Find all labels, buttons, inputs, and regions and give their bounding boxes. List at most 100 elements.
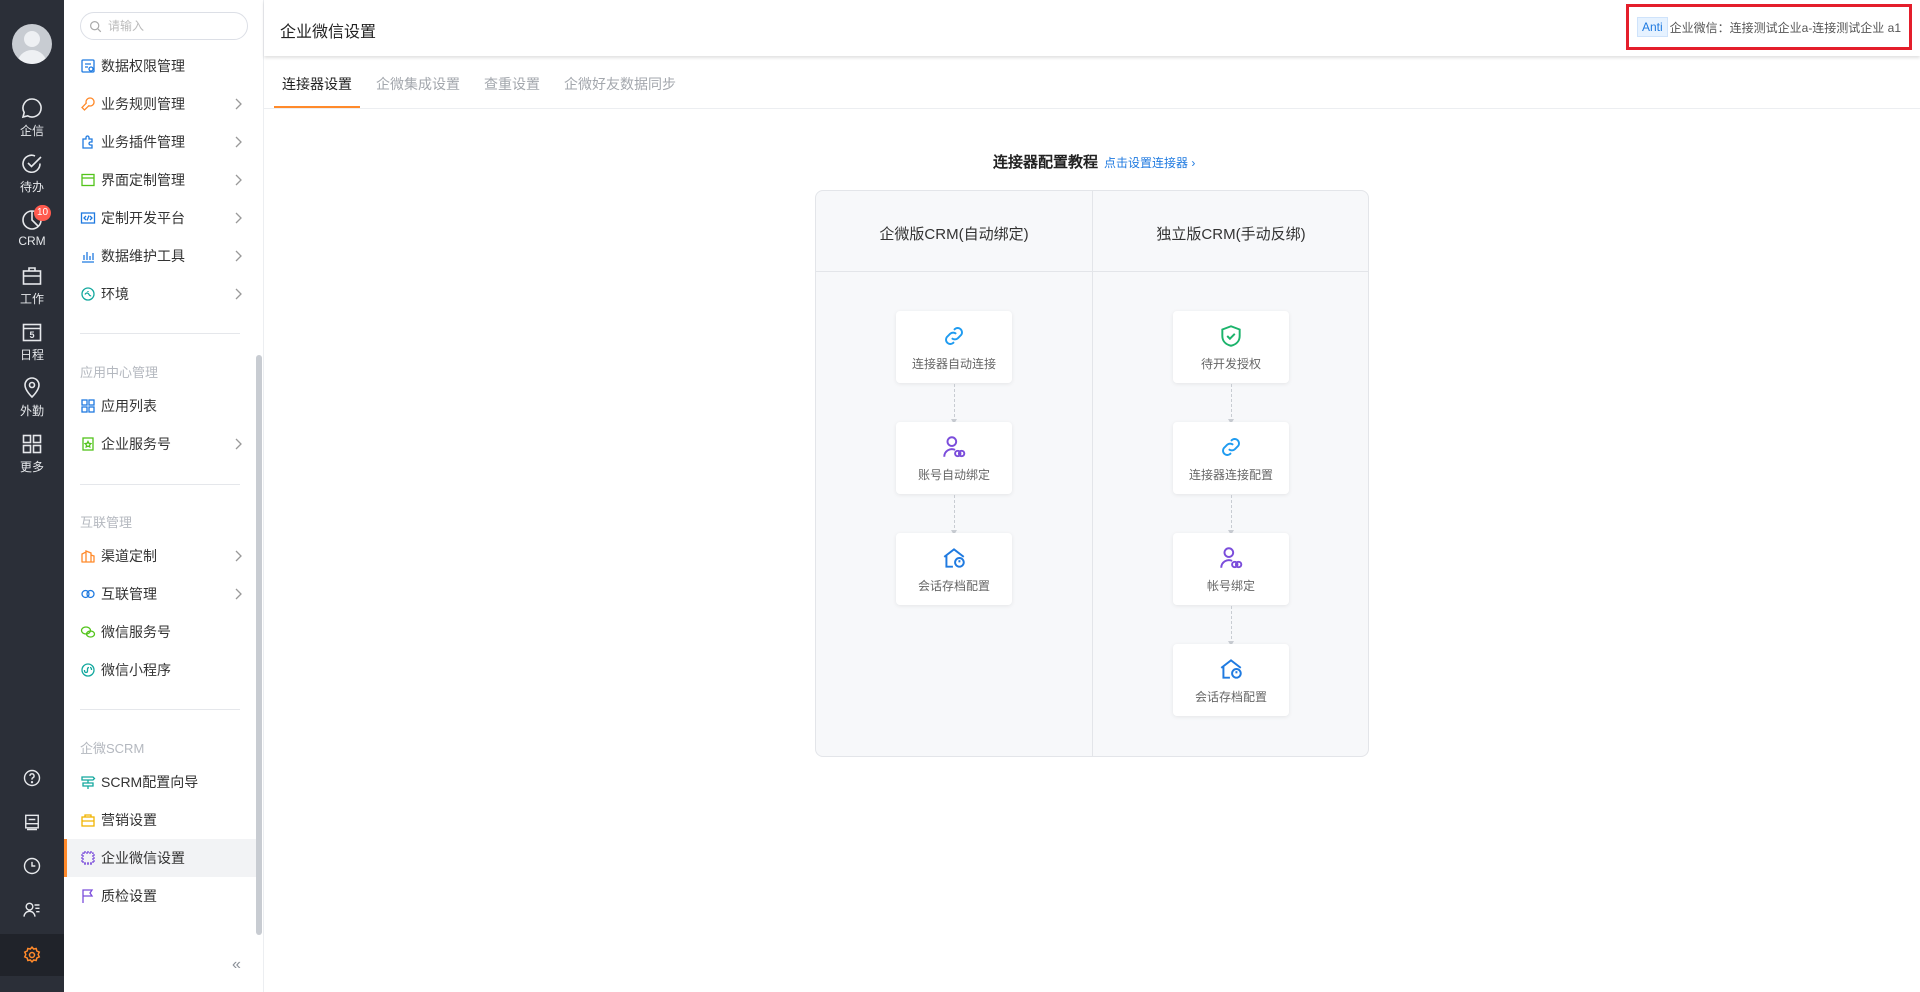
sidebar-search[interactable]: [80, 12, 248, 40]
tenant-text: 企业微信：连接测试企业a-连接测试企业 a1: [1669, 20, 1901, 35]
sidebar-item-quality-check[interactable]: 质检设置: [64, 877, 256, 915]
code-icon: [80, 212, 96, 224]
sidebar-item-app-list[interactable]: 应用列表: [64, 387, 256, 425]
history-button[interactable]: [0, 846, 64, 886]
column-title-auto-bind: 企微版CRM(自动绑定): [879, 226, 1029, 243]
step-card: 待开发授权: [1173, 311, 1289, 383]
avatar[interactable]: [12, 24, 52, 64]
sidebar-item-mini-program[interactable]: 微信小程序: [64, 651, 256, 689]
step-label: 待开发授权: [1200, 356, 1261, 371]
clock-icon: [23, 857, 41, 875]
chevron-right-icon: [235, 550, 242, 562]
rail-label: 待办: [19, 180, 44, 194]
step-connector: [951, 495, 957, 535]
location-icon: [24, 377, 40, 399]
sidebar-item-channel[interactable]: 渠道定制: [64, 537, 256, 575]
rail-label: 工作: [19, 292, 44, 306]
step-card: 连接器自动连接: [896, 311, 1012, 383]
tab-connector-settings[interactable]: 连接器设置: [282, 74, 352, 94]
app-rail: 企信 待办 10 CRM 工作 5 日程 外勤 更多: [0, 0, 64, 992]
gear-icon: [23, 945, 41, 964]
sidebar-item-scrm-guide[interactable]: SCRM配置向导: [64, 763, 256, 801]
step-card: 连接器连接配置: [1173, 422, 1289, 494]
search-input[interactable]: [108, 19, 238, 33]
sidebar-scrollbar[interactable]: [256, 355, 262, 935]
sidebar-item-interconnect[interactable]: 互联管理: [64, 575, 256, 613]
data-permission-icon: [81, 59, 95, 73]
sidebar-item-label: 数据维护工具: [101, 248, 185, 264]
step-label: 连接器连接配置: [1188, 467, 1273, 482]
tab-friend-data-sync[interactable]: 企微好友数据同步: [564, 74, 676, 94]
rule-icon: [81, 97, 95, 111]
sidebar-item-label: 企业微信设置: [101, 850, 185, 866]
active-tab-indicator: [274, 106, 360, 108]
step-card: 帐号绑定: [1173, 533, 1289, 605]
rail-item-calendar[interactable]: 5 日程: [0, 320, 64, 372]
chip-icon: [81, 851, 95, 865]
rail-item-todo[interactable]: 待办: [0, 152, 64, 204]
sidebar-item-wecom-settings[interactable]: 企业微信设置: [64, 839, 256, 877]
app-grid-icon: [81, 399, 95, 413]
group-label-scrm: 企微SCRM: [80, 741, 145, 756]
tenant-info: Anti 企业微信：连接测试企业a-连接测试企业 a1: [1625, 4, 1912, 50]
rail-item-more[interactable]: 更多: [0, 432, 64, 484]
chevron-right-icon: [235, 438, 242, 450]
step-card: 账号自动绑定: [896, 422, 1012, 494]
rail-label: CRM: [18, 234, 46, 248]
tab-integration-settings[interactable]: 企微集成设置: [376, 74, 460, 94]
rail-item-work[interactable]: 工作: [0, 264, 64, 316]
sidebar-item-environment[interactable]: 环境: [64, 275, 256, 313]
chevron-right-icon: [235, 98, 242, 110]
tenant-tag: Anti: [1636, 17, 1668, 37]
sidebar-item-data-permission[interactable]: 数据权限管理: [64, 47, 256, 85]
search-icon: [90, 20, 102, 32]
inbox-icon: [25, 814, 39, 831]
chevron-right-icon: [235, 588, 242, 600]
sidebar-item-marketing[interactable]: 营销设置: [64, 801, 256, 839]
sidebar-item-business-plugin[interactable]: 业务插件管理: [64, 123, 256, 161]
sidebar-divider: [80, 709, 240, 710]
sidebar-item-label: 微信小程序: [101, 662, 171, 678]
rail-label: 外勤: [19, 404, 44, 418]
sidebar-item-label: 企业服务号: [101, 436, 171, 452]
collapse-sidebar-button[interactable]: «: [232, 956, 241, 974]
sidebar-item-label: 互联管理: [101, 586, 157, 602]
help-button[interactable]: [0, 758, 64, 798]
bar-chart-icon: [82, 252, 94, 263]
step-label: 连接器自动连接: [911, 356, 996, 371]
group-label-app-center: 应用中心管理: [80, 365, 159, 380]
rail-item-field[interactable]: 外勤: [0, 376, 64, 428]
rail-item-crm[interactable]: 10 CRM: [0, 205, 64, 260]
step-connector: [1228, 606, 1234, 646]
inbox-button[interactable]: [0, 802, 64, 842]
shield-check-icon: [1221, 324, 1241, 347]
chevron-right-icon: [235, 288, 242, 300]
home-archive-icon: [943, 547, 965, 568]
chevron-right-icon: ›: [1191, 156, 1196, 170]
sidebar-item-wechat-service[interactable]: 微信服务号: [64, 613, 256, 651]
rail-label: 日程: [19, 348, 44, 362]
sidebar-item-data-maintenance[interactable]: 数据维护工具: [64, 237, 256, 275]
sidebar-item-dev-platform[interactable]: 定制开发平台: [64, 199, 256, 237]
settings-button[interactable]: [0, 934, 64, 976]
sidebar-item-service-account[interactable]: 企业服务号: [64, 425, 256, 463]
settings-tabs: 连接器设置 企微集成设置 查重设置 企微好友数据同步: [264, 57, 1920, 109]
wechat-icon: [80, 626, 96, 638]
step-connector: [951, 384, 957, 424]
user-bind-icon: [943, 435, 966, 457]
chat-icon: [21, 98, 42, 119]
sidebar-item-label: 定制开发平台: [101, 210, 185, 226]
mini-program-icon: [81, 663, 95, 677]
step-label: 会话存档配置: [917, 578, 990, 593]
link-icon: [1222, 437, 1240, 456]
user-list-icon: [23, 902, 40, 917]
header-divider: [816, 271, 1368, 272]
sidebar-item-label: 数据权限管理: [101, 58, 185, 74]
setup-connector-link[interactable]: 点击设置连接器 ›: [1104, 154, 1195, 171]
tab-dedup-settings[interactable]: 查重设置: [484, 74, 540, 94]
rail-item-chat[interactable]: 企信: [0, 96, 64, 148]
step-connector: [1228, 495, 1234, 535]
contacts-button[interactable]: [0, 890, 64, 930]
sidebar-item-business-rule[interactable]: 业务规则管理: [64, 85, 256, 123]
sidebar-item-ui-custom[interactable]: 界面定制管理: [64, 161, 256, 199]
